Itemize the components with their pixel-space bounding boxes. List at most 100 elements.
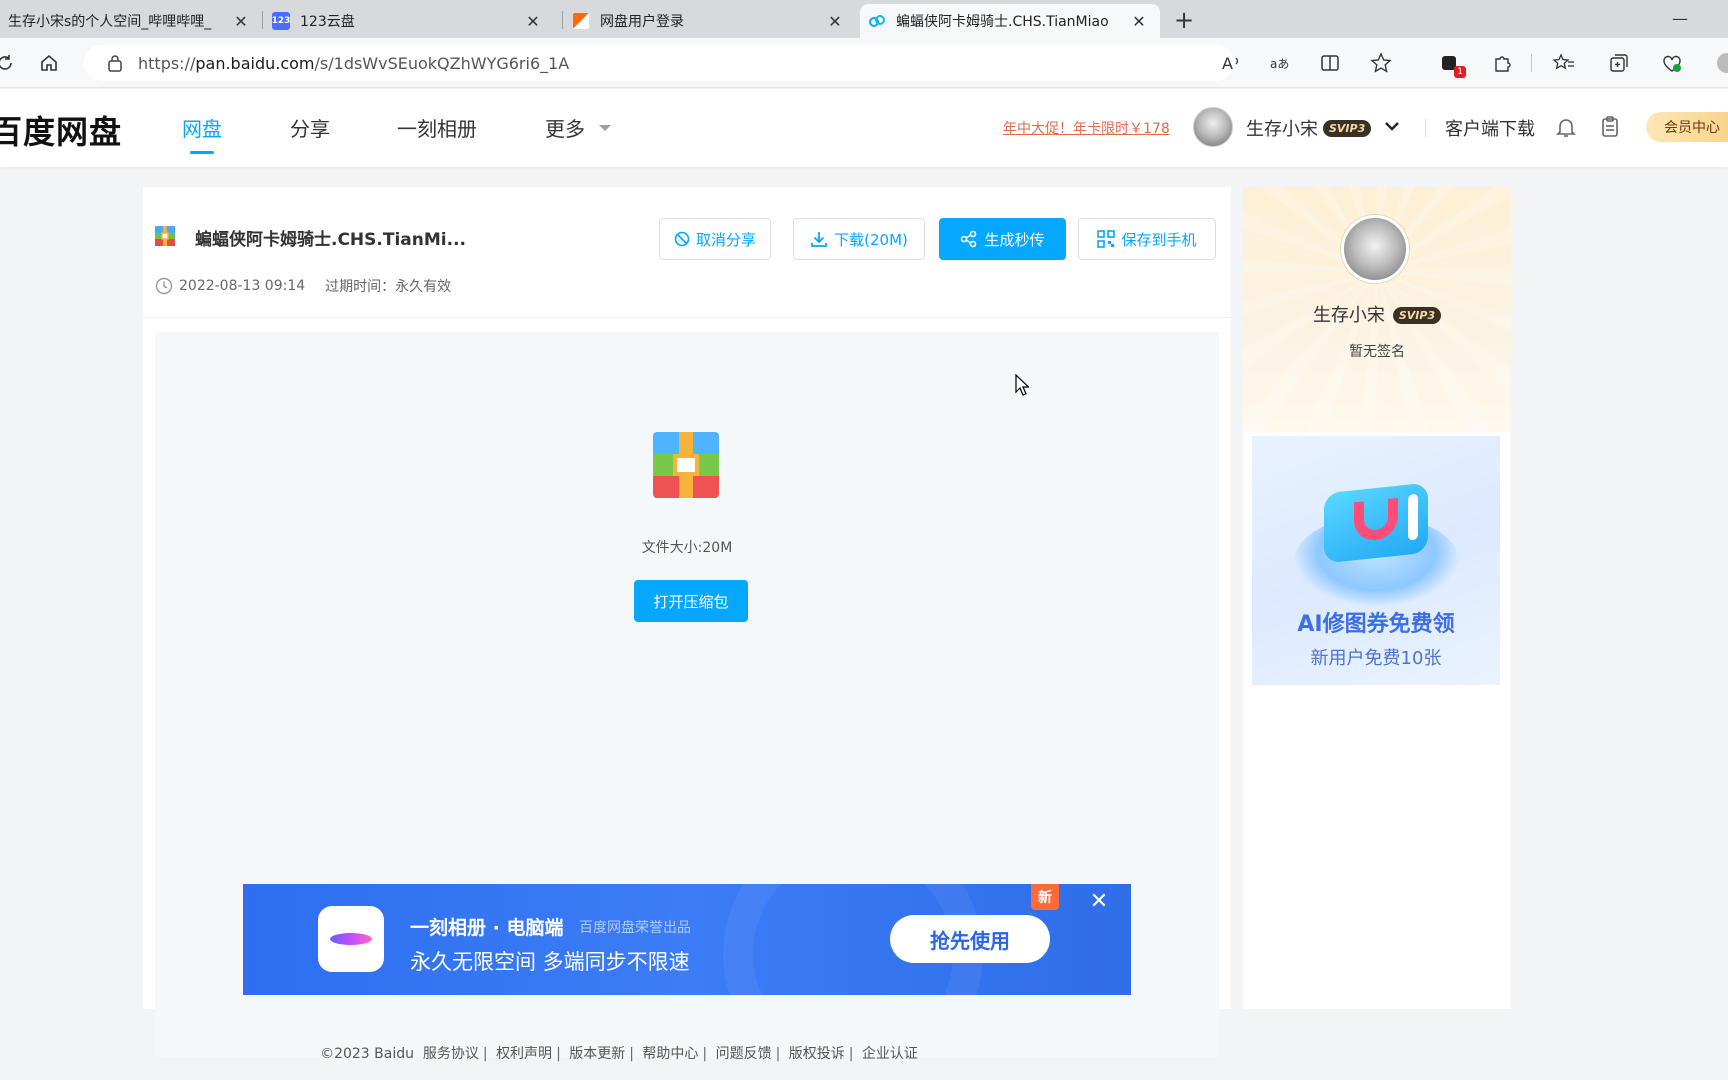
browser-tab-bilibili[interactable]: 生存小宋s的个人空间_哔哩哔哩_ ✕ [0,4,262,38]
page-footer: ©2023 Baidu 服务协议 | 权利声明 | 版本更新 | 帮助中心 | 问题反馈… [320,1046,918,1062]
login-page-icon [572,12,590,30]
lock-icon[interactable] [106,54,124,72]
try-now-button[interactable]: 抢先使用 [890,915,1050,963]
ai-logo-illustration [1324,482,1428,564]
clock-icon [155,277,173,295]
cancel-share-button[interactable]: 取消分享 [659,218,771,260]
ai-retouch-ad[interactable]: AI修图券免费领 新用户免费10张 [1252,436,1500,685]
tab-title: 生存小宋s的个人空间_哔哩哔哩_ [8,14,212,30]
share-date: 2022-08-13 09:14 [179,278,306,294]
favorites-list-icon[interactable] [1551,50,1577,76]
save-to-phone-label: 保存到手机 [1121,230,1197,249]
zip-archive-icon [653,432,719,498]
chevron-down-icon[interactable] [1383,117,1401,135]
ad-title: AI修图券免费领 [1297,612,1455,637]
header-username[interactable]: 生存小宋 [1246,115,1318,141]
tab-title: 网盘用户登录 [600,14,684,30]
refresh-icon[interactable] [0,50,18,76]
clipboard-icon[interactable] [1598,115,1622,139]
expire-time: 过期时间：永久有效 [325,279,452,295]
sharer-profile: 生存小宋 SVIP3 暂无签名 [1243,187,1511,432]
promo-banner[interactable]: 一刻相册 · 电脑端 百度网盘荣誉出品 永久无限空间 多端同步不限速 抢先使用 … [243,884,1131,995]
svip-badge: SVIP3 [1323,120,1372,137]
footer-link-rights[interactable]: 权利声明 [496,1046,552,1062]
favorite-star-icon[interactable] [1368,50,1394,76]
svg-text:aあ: aあ [1270,57,1289,71]
close-icon[interactable]: ✕ [232,12,250,31]
nav-share[interactable]: 分享 [290,113,330,142]
close-icon[interactable]: ✕ [524,12,542,31]
ad-subtitle: 新用户免费10张 [1310,648,1442,669]
translate-icon[interactable]: aあ [1268,50,1294,76]
avatar[interactable] [1341,215,1409,283]
home-icon[interactable] [36,50,62,76]
yike-album-app-icon [318,906,384,972]
download-icon [811,232,828,247]
promo-link[interactable]: 年中大促！年卡限时￥178 [1003,118,1170,138]
site-header: 百度网盘 网盘 分享 一刻相册 更多 年中大促！年卡限时￥178 生存小宋 SV… [0,89,1728,167]
puzzle-extensions-icon[interactable] [1490,50,1516,76]
footer-link-updates[interactable]: 版本更新 [569,1046,625,1062]
sharer-name: 生存小宋 SVIP3 [1243,301,1511,327]
nav-active-indicator [190,151,214,154]
footer-link-copyright-complaint[interactable]: 版权投诉 [789,1046,845,1062]
tab-title: 蝙蝠侠阿卡姆骑士.CHS.TianMiao [896,14,1109,30]
bell-icon[interactable] [1554,115,1578,139]
baidu-pan-icon [868,12,886,30]
footer-link-feedback[interactable]: 问题反馈 [716,1046,772,1062]
url-text: https://pan.baidu.com/s/1dsWvSEuokQZhWYG… [138,53,570,73]
nav-more[interactable]: 更多 [545,113,585,142]
tab-separator [562,11,563,29]
sharer-sidebar: 生存小宋 SVIP3 暂无签名 AI修图券免费领 新用户免费10张 [1243,187,1511,1009]
split-screen-icon[interactable] [1317,50,1343,76]
browser-tab-123pan[interactable]: 123 123云盘 ✕ [264,4,554,38]
tab-separator [262,11,263,29]
banner-slogan: 永久无限空间 多端同步不限速 [410,950,690,974]
vip-center-button[interactable]: 会员中心 [1646,112,1728,142]
close-icon[interactable]: ✕ [1088,889,1110,914]
browser-tab-baidu-pan[interactable]: 蝙蝠侠阿卡姆骑士.CHS.TianMiao ✕ [860,4,1160,38]
share-meta: 2022-08-13 09:14 过期时间：永久有效 [155,276,451,296]
close-icon[interactable]: ✕ [826,12,844,31]
cancel-share-label: 取消分享 [695,230,756,249]
ban-icon [674,231,690,247]
footer-link-terms[interactable]: 服务协议 [423,1046,479,1062]
save-to-phone-button[interactable]: 保存到手机 [1078,218,1216,260]
footer-link-enterprise[interactable]: 企业认证 [862,1046,918,1062]
instant-transfer-label: 生成秒传 [984,230,1045,249]
window-minimize-button[interactable]: — [1668,6,1692,30]
open-archive-button[interactable]: 打开压缩包 [634,580,748,622]
svg-text:A: A [1222,54,1233,73]
browser-essentials-icon[interactable] [1659,50,1685,76]
footer-link-help[interactable]: 帮助中心 [642,1046,698,1062]
sharer-signature: 暂无签名 [1349,344,1405,360]
instant-transfer-button[interactable]: 生成秒传 [939,218,1066,260]
file-size: 文件大小:20M [641,540,733,556]
extension-icon[interactable]: 1 [1436,50,1466,78]
tab-title: 123云盘 [300,14,355,30]
close-icon[interactable]: ✕ [1130,12,1148,31]
avatar[interactable] [1193,107,1233,147]
qr-code-icon [1097,230,1116,248]
baidu-pan-logo[interactable]: 百度网盘 [0,107,122,153]
divider [143,317,1231,318]
banner-subtitle: 百度网盘荣誉出品 [579,920,691,936]
address-bar[interactable]: https://pan.baidu.com/s/1dsWvSEuokQZhWYG… [84,45,1234,81]
collections-icon[interactable] [1606,50,1632,76]
download-button[interactable]: 下载(20M) [793,218,925,260]
download-label: 下载(20M) [834,230,908,249]
mouse-cursor-icon [1015,373,1030,396]
new-tag-badge: 新 [1031,884,1059,910]
banner-title: 一刻相册 · 电脑端 [410,917,564,939]
caret-down-icon[interactable] [599,125,611,131]
read-aloud-icon[interactable]: A [1219,50,1245,76]
browser-tab-bar: 生存小宋s的个人空间_哔哩哔哩_ ✕ 123 123云盘 ✕ 网盘用户登录 ✕ … [0,0,1728,38]
nav-netdisk[interactable]: 网盘 [182,113,222,142]
profile-avatar-icon[interactable] [1714,50,1728,76]
extension-badge: 1 [1454,66,1466,78]
nav-album[interactable]: 一刻相册 [397,113,477,142]
new-tab-button[interactable]: + [1170,6,1198,34]
client-download-link[interactable]: 客户端下载 [1445,115,1535,141]
file-name: 蝙蝠侠阿卡姆骑士.CHS.TianMi... [195,230,466,250]
browser-tab-login[interactable]: 网盘用户登录 ✕ [564,4,856,38]
